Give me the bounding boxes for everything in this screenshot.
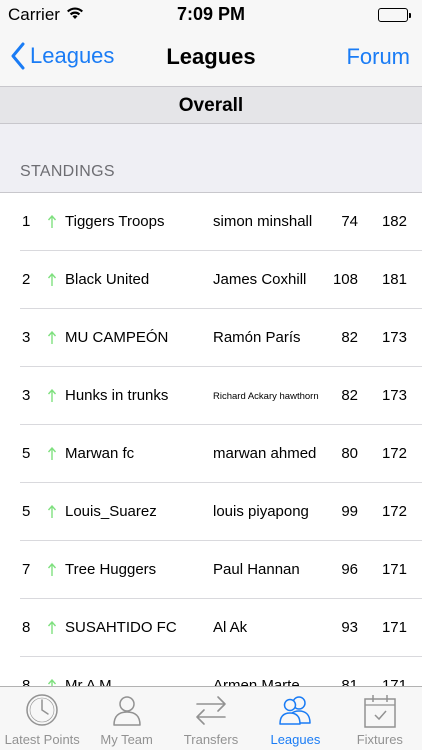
total-points: 181 — [381, 271, 407, 288]
rank: 3 — [22, 387, 31, 404]
gameweek-points: 82 — [341, 387, 358, 404]
navigation-bar: Leagues Leagues Forum — [0, 30, 422, 86]
tab-label: Leagues — [270, 732, 321, 747]
tab-my-team[interactable]: My Team — [84, 687, 168, 750]
forum-button[interactable]: Forum — [346, 44, 410, 70]
manager-name: simon minshall — [213, 213, 313, 230]
team-name: Hunks in trunks — [65, 387, 169, 404]
league-name-bar: Overall — [0, 86, 422, 124]
up-arrow-icon — [47, 678, 57, 686]
team-name: Louis_Suarez — [65, 503, 157, 520]
team-name: Mr A M — [65, 677, 112, 686]
tab-bar: Latest Points My Team Transfers Leagues — [0, 686, 422, 750]
tab-label: Fixtures — [356, 732, 403, 747]
total-points: 171 — [381, 561, 407, 578]
gameweek-points: 81 — [341, 677, 358, 686]
total-points: 172 — [381, 445, 407, 462]
table-row[interactable]: 5 Marwan fc marwan ahmed 80 172 — [0, 425, 422, 483]
rank: 7 — [22, 561, 31, 578]
table-row[interactable]: 3 Hunks in trunks Richard Ackary hawthor… — [0, 367, 422, 425]
gameweek-points: 80 — [341, 445, 358, 462]
tab-leagues[interactable]: Leagues — [253, 687, 337, 750]
team-name: MU CAMPEÓN — [65, 329, 169, 346]
clock-time: 7:09 PM — [176, 4, 246, 24]
tab-label: My Team — [100, 732, 153, 747]
clock-icon — [26, 694, 58, 726]
table-row[interactable]: 2 Black United James Coxhill 108 181 — [0, 251, 422, 309]
person-icon — [112, 696, 141, 726]
rank: 8 — [22, 619, 31, 636]
total-points: 182 — [381, 213, 407, 230]
up-arrow-icon — [47, 504, 57, 519]
gameweek-points: 82 — [341, 329, 358, 346]
table-row[interactable]: 8 SUSAHTIDO FC Al Ak 93 171 — [0, 599, 422, 657]
manager-name: Al Ak — [213, 619, 248, 636]
rank: 3 — [22, 329, 31, 346]
gameweek-points: 74 — [341, 213, 358, 230]
up-arrow-icon — [47, 562, 57, 577]
table-row[interactable]: 8 Mr A M Armen Marte 81 171 — [0, 657, 422, 686]
gameweek-points: 99 — [341, 503, 358, 520]
status-bar: Carrier 7:09 PM — [0, 0, 422, 30]
team-name: Black United — [65, 271, 150, 288]
total-points: 173 — [381, 329, 407, 346]
gameweek-points: 96 — [341, 561, 358, 578]
tab-transfers[interactable]: Transfers — [169, 687, 253, 750]
section-header-standings: STANDINGS — [20, 163, 115, 180]
team-name: Tiggers Troops — [65, 213, 165, 230]
manager-name: Ramón París — [213, 329, 301, 346]
rank: 8 — [22, 677, 31, 686]
calendar-check-icon — [364, 695, 396, 728]
league-name: Overall — [178, 95, 244, 116]
rank: 5 — [22, 503, 31, 520]
battery-icon — [378, 8, 411, 22]
standings-table: 1 Tiggers Troops simon minshall 74 182 2… — [0, 192, 422, 686]
up-arrow-icon — [47, 330, 57, 345]
people-icon — [279, 696, 312, 725]
transfer-arrows-icon — [196, 696, 226, 725]
manager-name: Richard Ackary hawthorn — [213, 391, 319, 402]
up-arrow-icon — [47, 214, 57, 229]
table-row[interactable]: 3 MU CAMPEÓN Ramón París 82 173 — [0, 309, 422, 367]
up-arrow-icon — [47, 388, 57, 403]
team-name: Tree Huggers — [65, 561, 157, 578]
rank: 2 — [22, 271, 31, 288]
rank: 1 — [22, 213, 31, 230]
manager-name: James Coxhill — [213, 271, 307, 288]
gameweek-points: 93 — [341, 619, 358, 636]
total-points: 172 — [381, 503, 407, 520]
manager-name: louis piyapong — [213, 503, 309, 520]
table-row[interactable]: 7 Tree Huggers Paul Hannan 96 171 — [0, 541, 422, 599]
manager-name: marwan ahmed — [213, 445, 317, 462]
team-name: Marwan fc — [65, 445, 135, 462]
up-arrow-icon — [47, 620, 57, 635]
table-row[interactable]: 5 Louis_Suarez louis piyapong 99 172 — [0, 483, 422, 541]
up-arrow-icon — [47, 446, 57, 461]
total-points: 171 — [381, 619, 407, 636]
up-arrow-icon — [47, 272, 57, 287]
tab-latest-points[interactable]: Latest Points — [0, 687, 84, 750]
table-row[interactable]: 1 Tiggers Troops simon minshall 74 182 — [0, 193, 422, 251]
rank: 5 — [22, 445, 31, 462]
total-points: 171 — [381, 677, 407, 686]
total-points: 173 — [381, 387, 407, 404]
manager-name: Paul Hannan — [213, 561, 300, 578]
gameweek-points: 108 — [332, 271, 358, 288]
tab-label: Transfers — [183, 732, 239, 747]
team-name: SUSAHTIDO FC — [65, 619, 177, 636]
manager-name: Armen Marte — [213, 677, 300, 686]
tab-fixtures[interactable]: Fixtures — [338, 687, 422, 750]
tab-label: Latest Points — [4, 732, 80, 747]
